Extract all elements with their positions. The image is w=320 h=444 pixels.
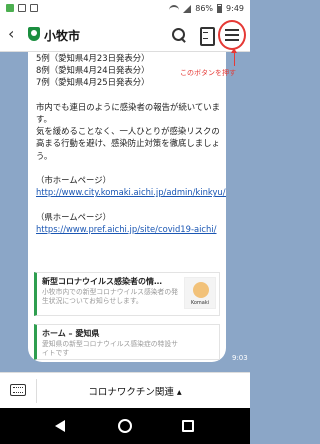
thumbnail-caption: Komaki <box>190 300 210 306</box>
pref-label: （県ホームページ） <box>36 211 111 222</box>
card-thumbnail: Komaki <box>184 277 216 309</box>
message-text: 5例（愛知県4月23日発表分） 8例（愛知県4月24日発表分） 7例（愛知県4月… <box>36 52 226 235</box>
chat-header: ‹ 小牧市 <box>0 18 250 52</box>
city-link[interactable]: http://www.city.komaki.aichi.jp/admin/ki… <box>36 187 226 197</box>
search-icon[interactable] <box>170 26 188 44</box>
rich-menu-toggle[interactable]: コロナワクチン関連 ▴ <box>60 384 210 398</box>
message-timestamp: 9:03 <box>232 354 248 362</box>
wifi-icon <box>169 4 180 13</box>
mascot-icon <box>193 282 209 298</box>
divider <box>36 379 37 403</box>
status-bar: 86% 9:49 <box>0 0 250 18</box>
highlight-circle <box>218 20 246 50</box>
signal-icon <box>183 4 192 13</box>
notification-icon <box>18 4 26 12</box>
card-title: ホーム – 愛知県 <box>42 329 100 338</box>
rich-menu-bar: コロナワクチン関連 ▴ <box>0 372 250 408</box>
card-description: 愛知県の新型コロナウイルス感染症の特設サイトです <box>42 340 178 357</box>
system-nav-bar <box>0 408 250 444</box>
link-preview-card-city[interactable]: 新型コロナウイルス感染者の情… 小牧市内での新型コロナウイルス感染者の発生状況に… <box>34 272 220 316</box>
pref-link[interactable]: https://www.pref.aichi.jp/site/covid19-a… <box>36 224 217 234</box>
annotation-text: このボタンを押す <box>180 69 236 77</box>
notification-icon-2 <box>30 4 38 12</box>
line-notification-icon <box>6 4 14 12</box>
link-preview-card-pref[interactable]: ホーム – 愛知県 愛知県の新型コロナウイルス感染症の特設サイトです <box>34 324 220 360</box>
back-button[interactable]: ‹ <box>8 26 14 42</box>
nav-back-icon[interactable] <box>55 420 65 432</box>
battery-icon <box>217 4 223 13</box>
keyboard-icon[interactable] <box>10 384 26 396</box>
notes-icon[interactable] <box>197 26 215 46</box>
card-description: 小牧市内での新型コロナウイルス感染者の発生状況についてお知らせします。 <box>42 288 178 305</box>
battery-percent: 86% <box>195 4 214 13</box>
nav-home-icon[interactable] <box>118 419 132 433</box>
annotation-arrow <box>231 48 237 66</box>
status-right: 86% 9:49 <box>169 4 244 13</box>
official-account-badge-icon <box>28 27 40 41</box>
nav-recent-apps-icon[interactable] <box>182 420 194 432</box>
chat-title: 小牧市 <box>44 29 81 43</box>
message-bubble: 5例（愛知県4月23日発表分） 8例（愛知県4月24日発表分） 7例（愛知県4月… <box>28 52 226 362</box>
status-left <box>6 4 38 12</box>
status-time: 9:49 <box>226 4 244 13</box>
card-title: 新型コロナウイルス感染者の情… <box>42 277 162 286</box>
